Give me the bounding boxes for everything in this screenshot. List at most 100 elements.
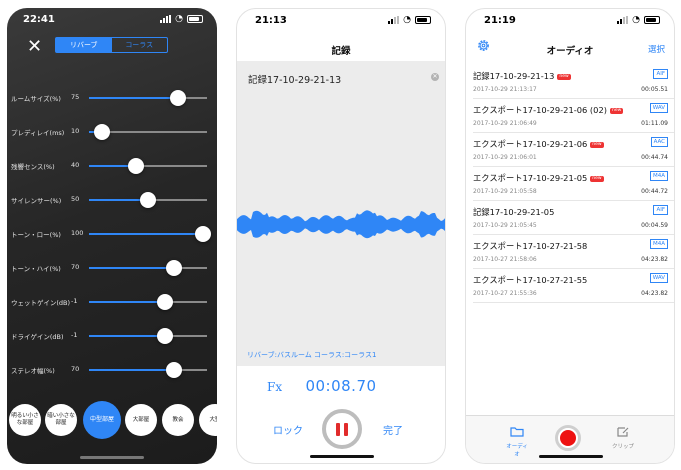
slider-thumb[interactable] xyxy=(195,226,212,242)
preset-button[interactable]: 大聖 xyxy=(199,404,217,436)
folder-icon xyxy=(510,427,524,437)
slider-thumb[interactable] xyxy=(165,362,182,378)
recording-row[interactable]: エクスポート17-10-29-21-06 new 2017-10-29 21:06:… xyxy=(473,133,674,167)
recording-duration: 00:05.51 xyxy=(641,86,668,93)
tab-chorus[interactable]: コーラス xyxy=(112,38,168,52)
slider-thumb[interactable] xyxy=(128,158,145,174)
recording-duration: 04:23.82 xyxy=(641,290,668,297)
new-badge: new xyxy=(590,176,604,182)
record-icon xyxy=(560,430,576,446)
status-time: 22:41 xyxy=(23,14,55,25)
recording-row[interactable]: エクスポート17-10-27-21-58 2017-10-27 21:58:06 M… xyxy=(473,235,674,269)
slider-label: ステレオ幅(%) xyxy=(11,367,55,375)
slider-label: ルームサイズ(%) xyxy=(11,95,61,103)
recording-list: 記録17-10-29-21-13 new 2017-10-29 21:13:17 AI… xyxy=(466,65,674,303)
recording-date: 2017-10-29 21:05:45 xyxy=(473,222,537,229)
slider-label: トーン・ハイ(%) xyxy=(11,265,61,273)
slider-track[interactable] xyxy=(89,362,207,378)
slider-thumb[interactable] xyxy=(156,294,173,310)
slider-row: 残響センス(%) 40 xyxy=(7,156,217,176)
recording-row[interactable]: 記録17-10-29-21-13 new 2017-10-29 21:13:17 AI… xyxy=(473,65,674,99)
recording-row[interactable]: エクスポート17-10-27-21-55 2017-10-27 21:55:36 W… xyxy=(473,269,674,303)
recording-date: 2017-10-29 21:05:58 xyxy=(473,188,537,195)
record-button[interactable] xyxy=(555,425,581,451)
signal-icon xyxy=(160,15,172,23)
tab-clip-label: クリップ xyxy=(611,444,634,450)
done-button[interactable]: 完了 xyxy=(383,422,403,437)
slider-value: -1 xyxy=(71,331,78,339)
slider-row: ルームサイズ(%) 75 xyxy=(7,88,217,108)
preset-button[interactable]: 教会 xyxy=(162,404,194,436)
battery-icon xyxy=(415,16,431,24)
slider-track[interactable] xyxy=(89,124,207,140)
audio-list-screen: 21:19 ◔ オーディオ 選択 記録17-10-29-21-13 new 2017… xyxy=(465,8,675,464)
recording-duration: 04:23.82 xyxy=(641,256,668,263)
tab-reverb[interactable]: リバーブ xyxy=(56,38,112,52)
recording-duration: 00:44.74 xyxy=(641,154,668,161)
reverb-settings-screen: 22:41 ◔ ✕ リバーブ コーラス ルームサイズ(%) 75 プレディレイ(ms… xyxy=(7,8,217,464)
lock-button[interactable]: ロック xyxy=(273,422,303,437)
tab-clip[interactable]: クリップ xyxy=(610,422,636,450)
slider-row: プレディレイ(ms) 10 xyxy=(7,122,217,142)
preset-button[interactable]: 暗い小さな部屋 xyxy=(45,404,77,436)
format-badge: M4A xyxy=(649,171,668,181)
slider-track[interactable] xyxy=(89,260,207,276)
slider-value: 70 xyxy=(71,365,80,373)
recording-date: 2017-10-27 21:58:06 xyxy=(473,256,537,263)
slider-fill xyxy=(89,335,165,337)
status-bar: 22:41 ◔ xyxy=(7,8,217,30)
preset-button[interactable]: 中型部屋 xyxy=(83,401,121,439)
slider-fill xyxy=(89,301,165,303)
recording-name: エクスポート17-10-29-21-05 xyxy=(473,173,588,183)
format-badge: WAV xyxy=(649,103,668,113)
slider-value: -1 xyxy=(71,297,78,305)
waveform-area: 記録17-10-29-21-13 ✕ リバーブ:バスルーム コーラス:コーラス1 xyxy=(237,61,445,366)
slider-track[interactable] xyxy=(89,192,207,208)
home-indicator xyxy=(80,456,144,459)
recording-row[interactable]: エクスポート17-10-29-21-06 (02) new 2017-10-29 2… xyxy=(473,99,674,133)
preset-button[interactable]: 大部屋 xyxy=(125,404,157,436)
slider-thumb[interactable] xyxy=(93,124,110,140)
slider-track[interactable] xyxy=(89,328,207,344)
slider-row: ウェットゲイン(dB) -1 xyxy=(7,292,217,312)
recording-duration: 00:04.59 xyxy=(641,222,668,229)
new-badge: new xyxy=(609,108,624,114)
home-indicator xyxy=(539,455,603,458)
slider-track[interactable] xyxy=(89,294,207,310)
slider-value: 10 xyxy=(71,127,80,135)
status-bar: 21:13 ◔ xyxy=(237,9,445,31)
slider-track[interactable] xyxy=(89,90,207,106)
recording-filename[interactable]: 記録17-10-29-21-13 xyxy=(248,72,341,86)
close-icon[interactable]: ✕ xyxy=(27,38,42,56)
slider-value: 100 xyxy=(71,229,84,237)
recording-name: 記録17-10-29-21-05 xyxy=(473,207,555,217)
home-indicator xyxy=(310,455,374,458)
pause-button[interactable] xyxy=(322,409,362,449)
slider-label: 残響センス(%) xyxy=(11,163,55,171)
recording-name: エクスポート17-10-27-21-58 xyxy=(473,241,588,251)
recording-name: エクスポート17-10-29-21-06 xyxy=(473,139,588,149)
slider-track[interactable] xyxy=(89,158,207,174)
slider-label: ドライゲイン(dB) xyxy=(11,333,64,341)
slider-thumb[interactable] xyxy=(169,90,186,106)
status-time: 21:13 xyxy=(255,15,287,26)
slider-label: サイレンサー(%) xyxy=(11,197,62,205)
select-button[interactable]: 選択 xyxy=(648,43,665,55)
clear-icon[interactable]: ✕ xyxy=(431,73,439,81)
tab-audio[interactable]: オーディオ xyxy=(504,422,530,458)
slider-label: ウェットゲイン(dB) xyxy=(11,299,71,307)
recording-row[interactable]: 記録17-10-29-21-05 2017-10-29 21:05:45 AIF 00… xyxy=(473,201,674,235)
slider-track[interactable] xyxy=(89,226,212,242)
effect-segmented-control: リバーブ コーラス xyxy=(55,37,168,53)
slider-thumb[interactable] xyxy=(140,192,156,208)
recording-date: 2017-10-29 21:13:17 xyxy=(473,86,537,93)
wifi-icon: ◔ xyxy=(403,15,411,25)
slider-thumb[interactable] xyxy=(156,328,173,344)
preset-button[interactable]: 明るい小さな部屋 xyxy=(9,404,41,436)
recording-duration: 00:44.72 xyxy=(641,188,668,195)
slider-value: 40 xyxy=(71,161,80,169)
slider-row: ステレオ幅(%) 70 xyxy=(7,360,217,380)
slider-value: 70 xyxy=(71,263,80,271)
recording-row[interactable]: エクスポート17-10-29-21-05 new 2017-10-29 21:05:… xyxy=(473,167,674,201)
slider-thumb[interactable] xyxy=(165,260,182,276)
